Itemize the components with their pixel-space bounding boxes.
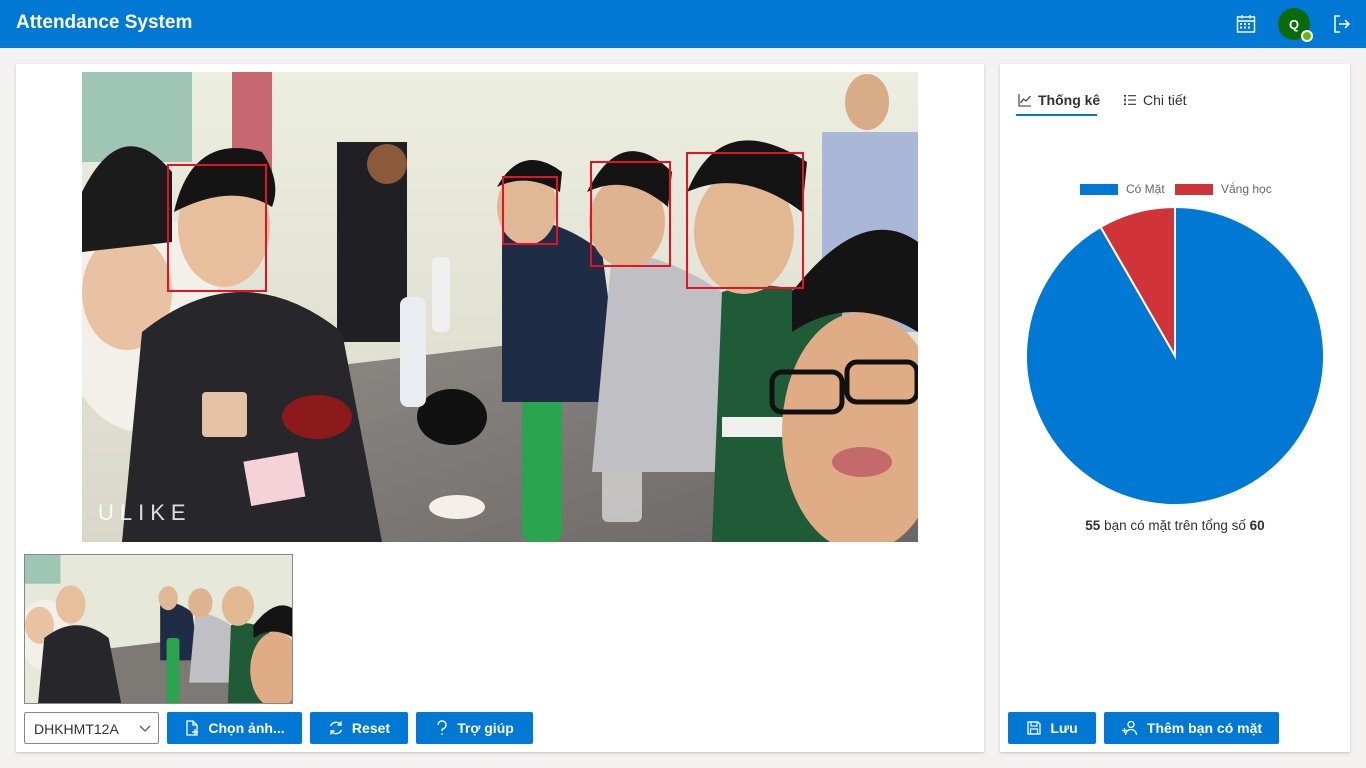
group-photo: ULIKE — [82, 72, 918, 542]
photo-thumbnail[interactable] — [24, 554, 293, 704]
choose-image-label: Chọn ảnh... — [208, 720, 285, 736]
choose-image-button[interactable]: Chọn ảnh... — [167, 712, 302, 744]
image-panel: ULIKE DHKHMT12A Chọn ảnh... Reset Trợ gi… — [16, 64, 984, 752]
tab-statistics-label: Thống kê — [1038, 92, 1101, 108]
legend-absent-label: Vắng học — [1221, 182, 1272, 196]
line-chart-icon — [1018, 93, 1032, 107]
tab-details[interactable]: Chi tiết — [1123, 84, 1187, 116]
help-button[interactable]: Trợ giúp — [416, 712, 533, 744]
pie-slice-present[interactable] — [1026, 207, 1324, 505]
help-icon — [435, 720, 449, 736]
add-present-button[interactable]: Thêm bạn có mặt — [1104, 712, 1279, 744]
total-count: 60 — [1249, 518, 1265, 533]
attendance-pie-chart — [1026, 207, 1324, 505]
save-button[interactable]: Lưu — [1008, 712, 1096, 744]
legend-absent[interactable]: Vắng học — [1175, 182, 1272, 196]
avatar-initial: Q — [1288, 16, 1300, 32]
tab-details-label: Chi tiết — [1143, 92, 1187, 108]
add-file-icon — [184, 720, 200, 736]
help-label: Trợ giúp — [457, 720, 514, 736]
presence-status-icon — [1301, 30, 1313, 42]
legend-present-label: Có Mặt — [1126, 182, 1165, 196]
reset-label: Reset — [351, 720, 391, 736]
legend-present-swatch — [1080, 183, 1118, 195]
chevron-down-icon — [138, 721, 152, 735]
legend-absent-swatch — [1175, 183, 1213, 195]
summary-text: bạn có mặt trên tổng số — [1100, 518, 1250, 533]
avatar[interactable]: Q — [1278, 8, 1313, 42]
tab-statistics[interactable]: Thống kê — [1018, 84, 1100, 116]
present-count: 55 — [1085, 518, 1101, 533]
top-bar: Attendance System Q — [0, 0, 1366, 48]
reset-button[interactable]: Reset — [310, 712, 408, 744]
save-icon — [1026, 720, 1042, 736]
class-select-value: DHKHMT12A — [34, 721, 119, 737]
class-select[interactable]: DHKHMT12A — [24, 712, 159, 744]
sign-out-icon[interactable] — [1330, 12, 1354, 36]
statistics-panel: Thống kê Chi tiết Có Mặt Vắng học 55 bạn… — [1000, 64, 1350, 752]
calendar-icon[interactable] — [1234, 12, 1258, 36]
bulleted-list-icon — [1123, 93, 1137, 107]
save-label: Lưu — [1050, 720, 1078, 736]
app-title: Attendance System — [16, 12, 193, 33]
add-friend-icon — [1121, 720, 1139, 736]
refresh-icon — [328, 720, 344, 736]
tab-active-indicator — [1016, 114, 1097, 116]
attendance-summary: 55 bạn có mặt trên tổng số 60 — [1000, 518, 1350, 533]
photo-watermark: ULIKE — [98, 500, 192, 525]
legend-present[interactable]: Có Mặt — [1080, 182, 1165, 196]
add-present-label: Thêm bạn có mặt — [1146, 720, 1263, 736]
